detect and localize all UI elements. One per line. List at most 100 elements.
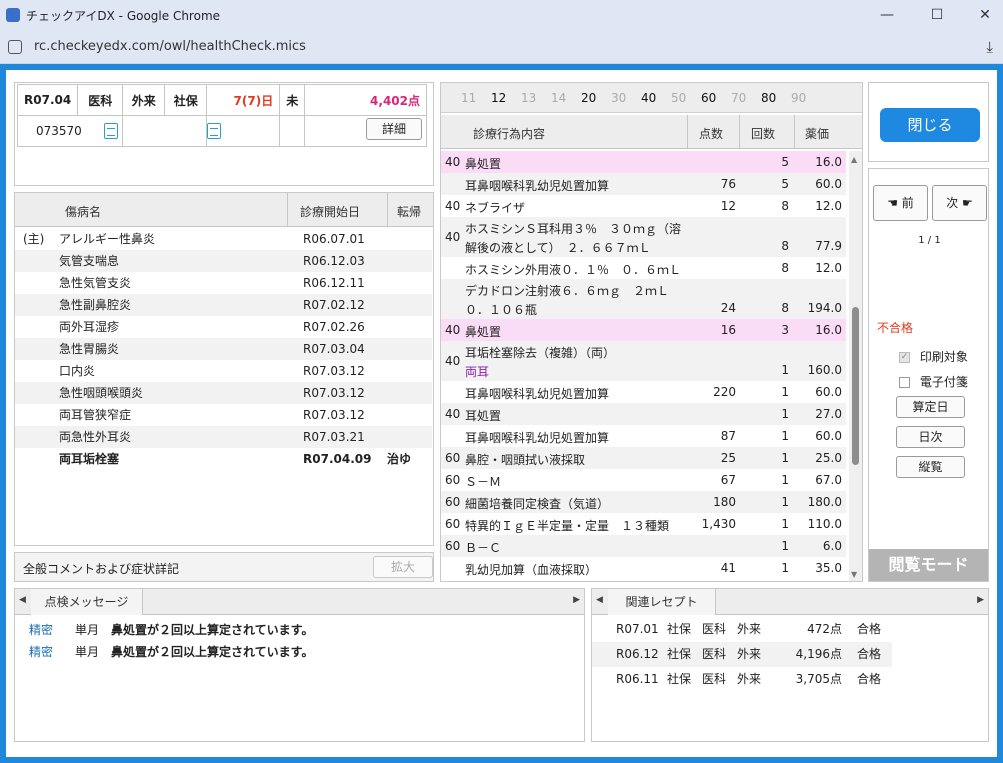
treatment-price: 160.0 xyxy=(807,363,842,377)
category-tab-80[interactable]: 80 xyxy=(761,91,776,105)
disease-row[interactable]: 急性気管支炎 R06.12.11 xyxy=(15,272,432,294)
category-tab-11[interactable]: 11 xyxy=(461,91,476,105)
treatment-row[interactable]: 耳鼻咽喉科乳幼児処置加算 87 1 60.0 xyxy=(441,425,846,447)
category-tab-60[interactable]: 60 xyxy=(701,91,716,105)
treatment-name: 耳垢栓塞除去（複雑）（両） xyxy=(465,346,616,360)
treatment-row[interactable]: 60 特異的ＩｇＥ半定量・定量 １３種類 1,430 1 110.0 xyxy=(441,513,846,535)
treatment-row[interactable]: デカドロン注射液６．６ｍｇ ２ｍＬ ０．１０６瓶 24 8 194.0 xyxy=(441,279,846,319)
disease-row[interactable]: (主) アレルギー性鼻炎 R06.07.01 xyxy=(15,228,432,250)
prev-button[interactable]: ☚ 前 xyxy=(873,185,928,221)
document-icon[interactable] xyxy=(104,123,118,139)
category-tab-12[interactable]: 12 xyxy=(491,91,506,105)
scroll-thumb[interactable] xyxy=(852,307,859,465)
disease-row[interactable]: 急性胃腸炎 R07.03.04 xyxy=(15,338,432,360)
tab-related-receipts[interactable]: 関連レセプト xyxy=(608,589,716,615)
category-tab-20[interactable]: 20 xyxy=(581,91,596,105)
category-tab-14[interactable]: 14 xyxy=(551,91,566,105)
disease-row[interactable]: 両外耳湿疹 R07.02.26 xyxy=(15,316,432,338)
disease-row[interactable]: 両耳垢栓塞 R07.04.09 治ゆ xyxy=(15,448,432,470)
detail-button[interactable]: 詳細 xyxy=(366,118,422,140)
expand-button[interactable]: 拡大 xyxy=(373,556,433,578)
treatment-points: 12 xyxy=(720,199,736,213)
category-tab-13[interactable]: 13 xyxy=(521,91,536,105)
treatment-sub: 解後の液として） ２．６６７ｍＬ xyxy=(465,241,651,255)
treatment-row[interactable]: 60 鼻腔・咽頭拭い液採取 25 1 25.0 xyxy=(441,447,846,469)
treatment-rows: 40 鼻処置 5 16.0 耳鼻咽喉科乳幼児処置加算 76 5 60.0 40 ネブライザ 12 8 1… xyxy=(441,151,846,581)
treatment-row[interactable]: 60 Ｓ－Ｍ 67 1 67.0 xyxy=(441,469,846,491)
vertical-review-button[interactable]: 縦覧 xyxy=(896,456,965,478)
category-tab-70[interactable]: 70 xyxy=(731,91,746,105)
disease-panel: 傷病名 診療開始日 転帰 (主) アレルギー性鼻炎 R06.07.01 気管支喘息 R0… xyxy=(14,192,434,546)
disease-start-date: R07.03.12 xyxy=(303,386,365,400)
treatment-points: 180 xyxy=(713,495,736,509)
disease-name: 急性副鼻腔炎 xyxy=(59,298,132,312)
related-row[interactable]: R07.01 社保 医科 外来 472点 合格 xyxy=(592,617,892,642)
disease-row[interactable]: 口内炎 R07.03.12 xyxy=(15,360,432,382)
tab-next-icon[interactable]: ▶ xyxy=(573,595,580,605)
disease-start-date: R07.03.12 xyxy=(303,408,365,422)
treatment-row[interactable]: 40 鼻処置 16 3 16.0 xyxy=(441,319,846,341)
message-row[interactable]: 精密 単月 鼻処置が２回以上算定されています。 xyxy=(15,643,584,663)
treatment-points: 87 xyxy=(720,429,736,443)
view-mode-label: 閲覧モード xyxy=(869,549,988,581)
treatment-name: 細菌培養同定検査（気道） xyxy=(465,497,610,511)
related-row[interactable]: R06.11 社保 医科 外来 3,705点 合格 xyxy=(592,667,892,692)
treatment-row[interactable]: 60 Ｂ－Ｃ 1 6.0 xyxy=(441,535,846,557)
close-button[interactable]: 閉じる xyxy=(880,108,980,142)
disease-row[interactable]: 気管支喘息 R06.12.03 xyxy=(15,250,432,272)
print-target-checkbox[interactable]: ✓ 印刷対象 xyxy=(899,348,968,365)
treatment-price: 35.0 xyxy=(815,561,842,575)
disease-row[interactable]: 両耳管狭窄症 R07.03.12 xyxy=(15,404,432,426)
disease-name: 気管支喘息 xyxy=(59,254,120,268)
treatment-row[interactable]: 耳鼻咽喉科乳幼児処置加算 220 1 60.0 xyxy=(441,381,846,403)
disease-row[interactable]: 両急性外耳炎 R07.03.21 xyxy=(15,426,432,448)
disease-row[interactable]: 急性副鼻腔炎 R07.02.12 xyxy=(15,294,432,316)
treatment-price: 25.0 xyxy=(815,451,842,465)
treatment-price: 60.0 xyxy=(815,429,842,443)
tab-prev-icon[interactable]: ◀ xyxy=(596,595,603,605)
calc-date-button[interactable]: 算定日 xyxy=(896,396,965,418)
treatment-row[interactable]: 耳鼻咽喉科乳幼児処置加算 76 5 60.0 xyxy=(441,173,846,195)
treatment-sub: 両耳 xyxy=(465,365,490,379)
url-text[interactable]: rc.checkeyedx.com/owl/healthCheck.mics xyxy=(34,39,306,54)
category-tab-30[interactable]: 30 xyxy=(611,91,626,105)
download-icon[interactable]: ⤓ xyxy=(986,38,993,56)
treatment-row[interactable]: 40 ネブライザ 12 8 12.0 xyxy=(441,195,846,217)
scroll-down-icon[interactable]: ▼ xyxy=(851,570,857,579)
disease-start-date: R07.04.09 xyxy=(303,452,372,466)
disease-row[interactable]: 急性咽頭喉頭炎 R07.03.12 xyxy=(15,382,432,404)
treatment-price: 27.0 xyxy=(815,407,842,421)
related-row[interactable]: R06.12 社保 医科 外来 4,196点 合格 xyxy=(592,642,892,667)
tab-check-messages[interactable]: 点検メッセージ xyxy=(31,589,143,615)
treatment-row[interactable]: 40 鼻処置 5 16.0 xyxy=(441,151,846,173)
e-sticky-checkbox[interactable]: 電子付箋 xyxy=(899,373,968,390)
scroll-up-icon[interactable]: ▲ xyxy=(851,155,857,164)
checkbox-empty-icon[interactable] xyxy=(899,377,910,388)
maximize-button[interactable]: ☐ xyxy=(922,4,952,26)
message-row[interactable]: 精密 単月 鼻処置が２回以上算定されています。 xyxy=(15,621,584,641)
close-window-button[interactable]: ✕ xyxy=(970,4,1000,26)
treatment-row[interactable]: 40 ホスミシンＳ耳科用３％ ３０ｍｇ（溶 解後の液として） ２．６６７ｍＬ 8 77.… xyxy=(441,217,846,257)
treatment-count: 1 xyxy=(781,539,789,553)
tab-prev-icon[interactable]: ◀ xyxy=(19,595,26,605)
insurance-type: 社保 xyxy=(164,84,208,116)
daily-button[interactable]: 日次 xyxy=(896,426,965,448)
checkbox-checked-icon[interactable]: ✓ xyxy=(899,352,910,363)
site-info-icon[interactable] xyxy=(8,40,22,54)
minimize-button[interactable]: — xyxy=(872,4,902,26)
treatment-row[interactable]: 60 細菌培養同定検査（気道） 180 1 180.0 xyxy=(441,491,846,513)
tab-next-icon[interactable]: ▶ xyxy=(977,595,984,605)
related-ins: 社保 xyxy=(667,672,692,686)
treatment-count: 8 xyxy=(781,199,789,213)
category-tab-50[interactable]: 50 xyxy=(671,91,686,105)
visit-days: 7(7)日 xyxy=(206,84,281,116)
treatment-row[interactable]: 40 耳垢栓塞除去（複雑）（両） 両耳 1 160.0 xyxy=(441,341,846,381)
category-tab-40[interactable]: 40 xyxy=(641,91,656,105)
treatment-row[interactable]: 40 耳処置 1 27.0 xyxy=(441,403,846,425)
category-tab-90[interactable]: 90 xyxy=(791,91,806,105)
treatment-row[interactable]: ホスミシン外用液０．１％ ０．６ｍＬ 8 12.0 xyxy=(441,257,846,279)
treatment-scrollbar[interactable]: ▲ ▼ xyxy=(849,151,862,581)
treatment-row[interactable]: 乳幼児加算（血液採取） 41 1 35.0 xyxy=(441,557,846,579)
document-icon-2[interactable] xyxy=(207,123,222,139)
next-button[interactable]: 次 ☛ xyxy=(932,185,987,221)
